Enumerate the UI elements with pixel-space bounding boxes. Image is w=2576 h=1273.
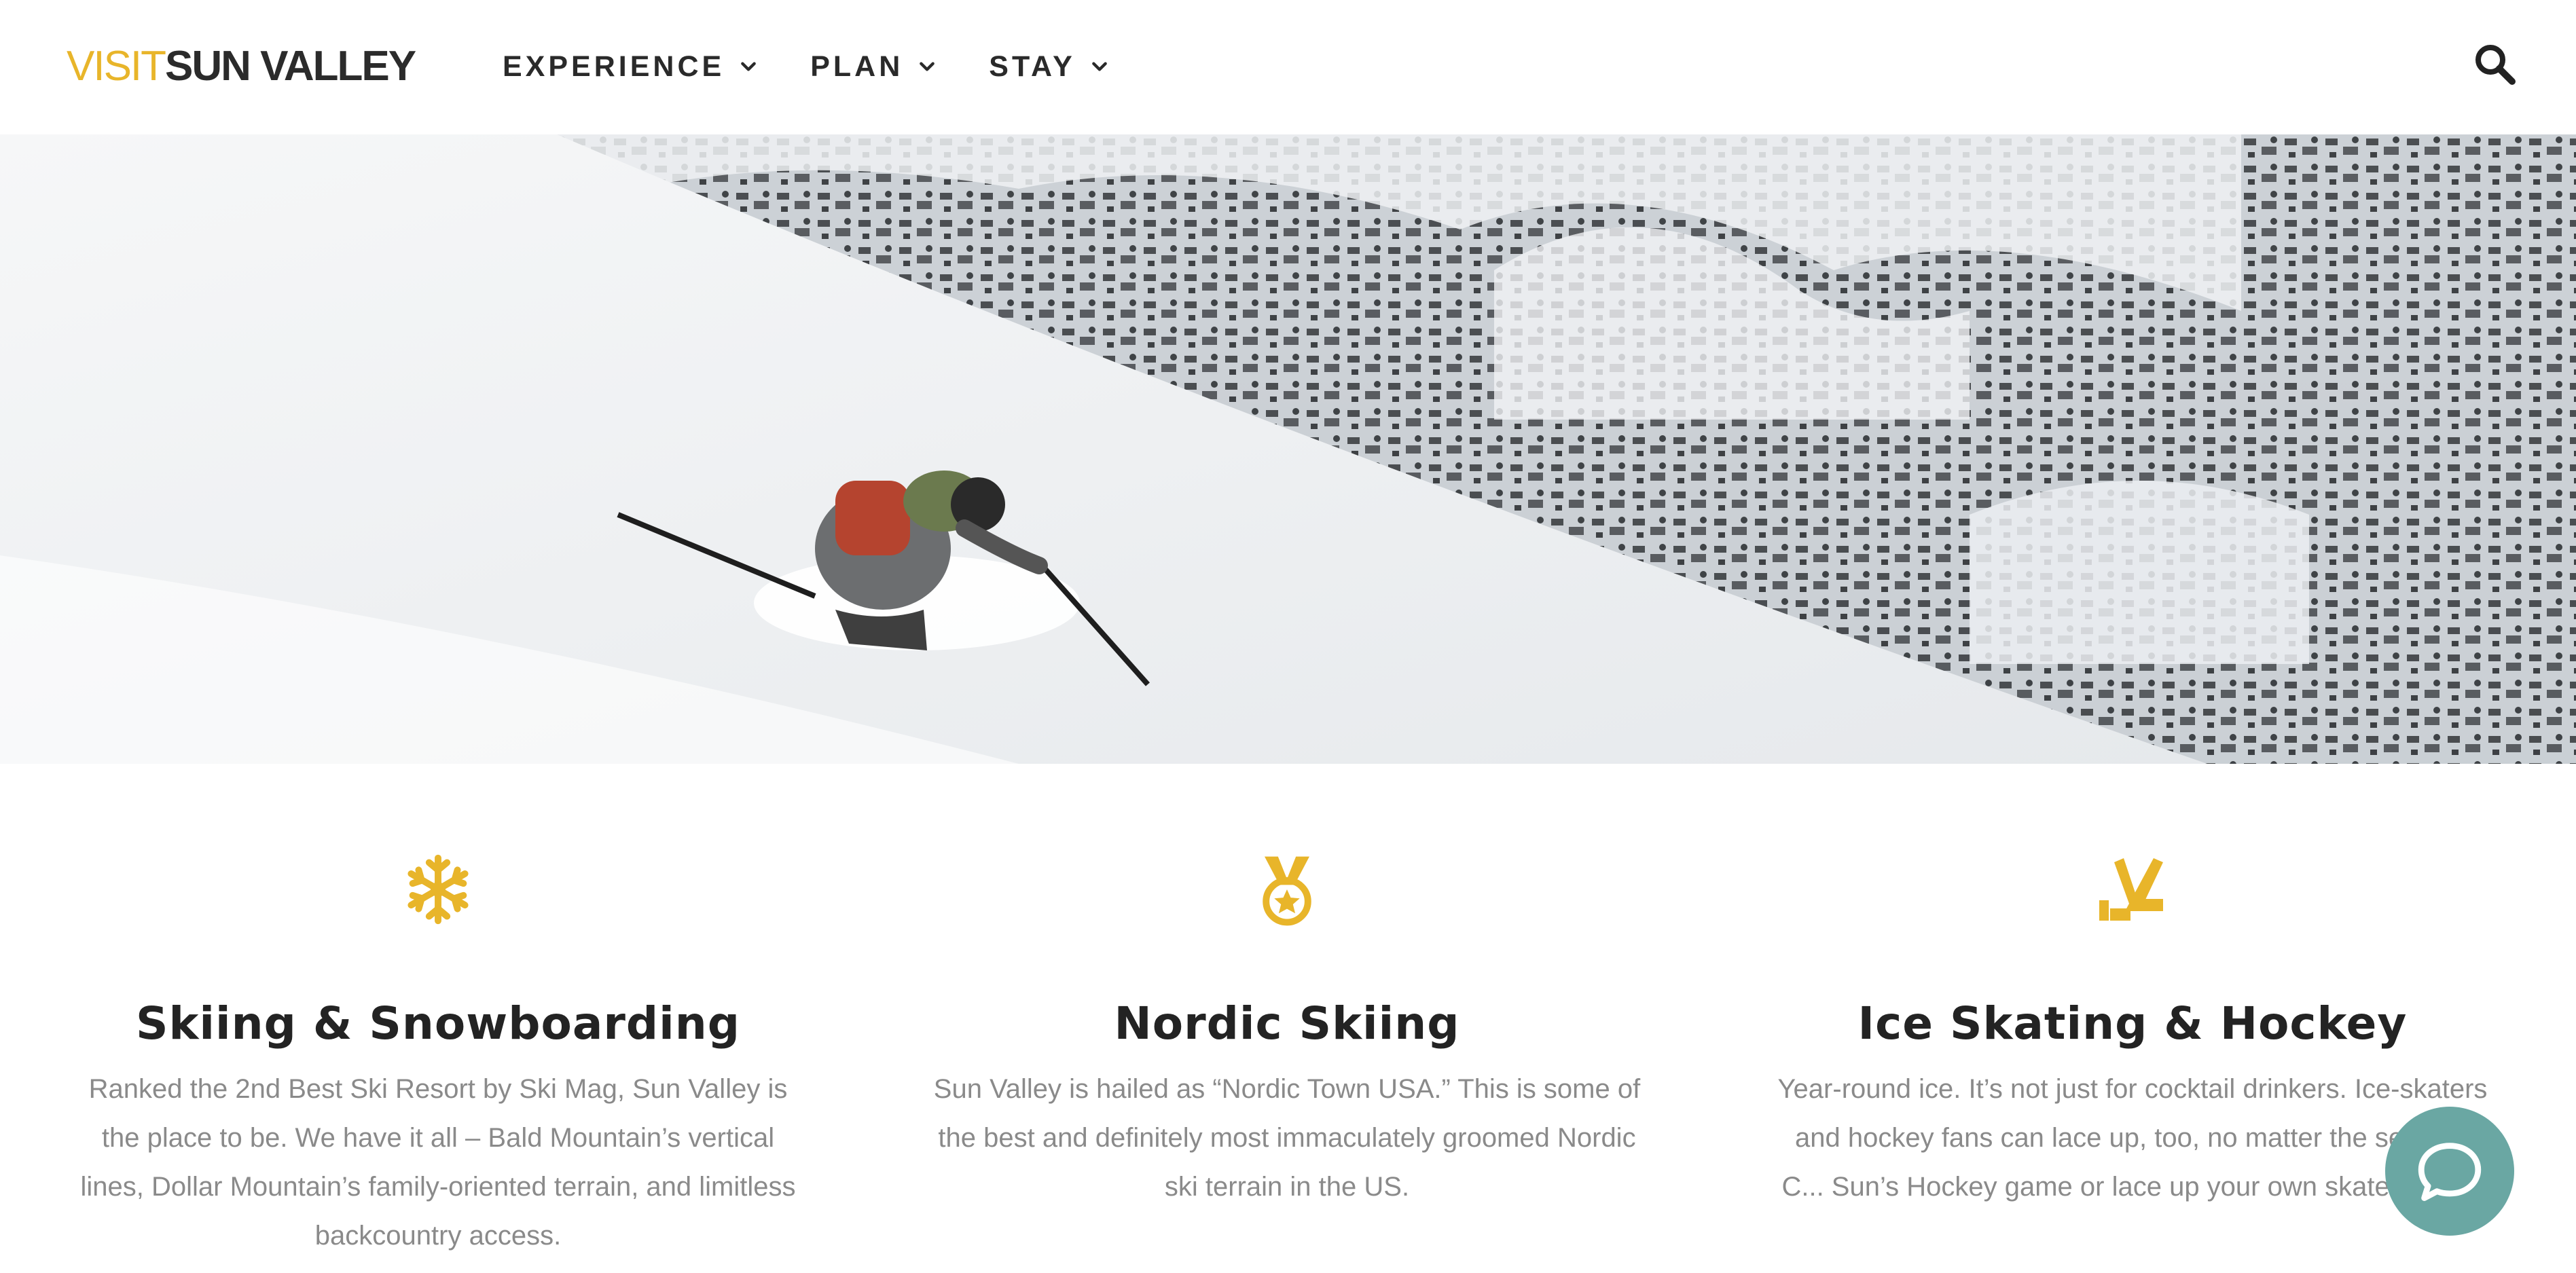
feature-skiing: Skiing & Snowboarding Ranked the 2nd Bes…	[65, 764, 812, 1260]
nav-plan-label: PLAN	[810, 50, 904, 83]
chat-bubble-icon	[2418, 1143, 2482, 1201]
feature-text: Year-round ice. It’s not just for cockta…	[1777, 1074, 2488, 1202]
feature-nordic: Nordic Skiing Sun Valley is hailed as “N…	[913, 764, 1661, 1211]
nav-stay[interactable]: STAY	[989, 50, 1108, 84]
logo-brand: SUN VALLEY	[165, 43, 416, 90]
chevron-down-icon	[920, 62, 935, 71]
hockey-sticks-icon	[2099, 858, 2163, 921]
feature-text: Ranked the 2nd Best Ski Resort by Ski Ma…	[80, 1074, 796, 1251]
feature-title: Skiing & Snowboarding	[135, 997, 741, 1050]
features-section: Skiing & Snowboarding Ranked the 2nd Bes…	[0, 764, 2576, 1273]
nav-plan[interactable]: PLAN	[810, 50, 936, 84]
site-logo[interactable]: VISITSUN VALLEY	[67, 39, 416, 94]
nav-experience-label: EXPERIENCE	[503, 50, 725, 83]
feature-text: Sun Valley is hailed as “Nordic Town USA…	[933, 1074, 1641, 1202]
feature-title: Ice Skating & Hockey	[1857, 997, 2408, 1050]
nav-stay-label: STAY	[989, 50, 1076, 83]
skier-photo	[0, 134, 2576, 764]
search-icon[interactable]	[2473, 42, 2516, 86]
chevron-down-icon	[741, 62, 757, 71]
site-header: VISITSUN VALLEY EXPERIENCE PLAN STAY	[0, 0, 2576, 134]
hero-image	[0, 134, 2576, 764]
medal-icon	[1263, 856, 1311, 926]
snowflake-icon	[407, 854, 469, 925]
chevron-down-icon	[1091, 62, 1107, 71]
main-nav: EXPERIENCE PLAN STAY	[503, 41, 1161, 92]
nav-experience[interactable]: EXPERIENCE	[503, 50, 757, 84]
chat-button[interactable]	[2385, 1107, 2514, 1236]
logo-visit: VISIT	[67, 43, 166, 90]
feature-title: Nordic Skiing	[1114, 997, 1460, 1050]
